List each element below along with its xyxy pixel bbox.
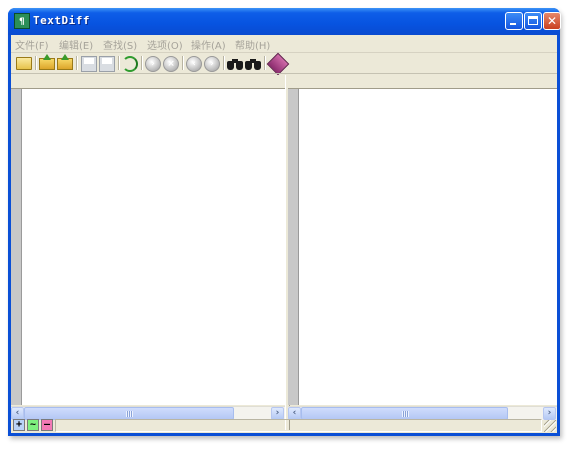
left-pane-header xyxy=(11,75,285,89)
minimize-button[interactable] xyxy=(505,12,523,30)
right-text-pane[interactable] xyxy=(288,89,557,405)
maximize-icon xyxy=(528,16,538,25)
toolbar-separator xyxy=(118,56,120,70)
notepad-diff-icon[interactable]: ¶ xyxy=(14,13,30,29)
toolbar-separator xyxy=(223,56,225,70)
left-text-pane[interactable] xyxy=(11,89,285,405)
toolbar-separator xyxy=(182,56,184,70)
legend-modified: ~ xyxy=(27,419,39,431)
minimize-icon xyxy=(510,23,516,25)
app-window: ¶ TextDiff ✕ 文件(F) 编辑(E) 查找(S) 选项(O) 操作(… xyxy=(8,8,561,436)
nav-prev-icon[interactable]: ‹ xyxy=(186,56,202,72)
menu-options[interactable]: 选项(O) xyxy=(147,37,183,52)
menu-file[interactable]: 文件(F) xyxy=(15,37,49,52)
toolbar-divider xyxy=(11,73,557,74)
client-area: 文件(F) 编辑(E) 查找(S) 选项(O) 操作(A) 帮助(H) › × … xyxy=(11,35,557,433)
menu-edit[interactable]: 编辑(E) xyxy=(59,37,93,52)
window-title: TextDiff xyxy=(33,14,90,27)
maximize-button[interactable] xyxy=(524,12,542,30)
status-bar: + ~ – xyxy=(11,418,557,433)
nav-next-icon[interactable]: › xyxy=(204,56,220,72)
nav-first-icon[interactable]: › xyxy=(145,56,161,72)
menu-action[interactable]: 操作(A) xyxy=(191,37,226,52)
right-line-gutter xyxy=(288,89,299,405)
close-icon: ✕ xyxy=(546,14,558,28)
close-button[interactable]: ✕ xyxy=(543,12,561,30)
toolbar-separator xyxy=(141,56,143,70)
toolbar: › × ‹ › xyxy=(11,52,557,76)
help-book-icon[interactable] xyxy=(266,52,290,76)
menu-search[interactable]: 查找(S) xyxy=(103,37,137,52)
open-folder-icon[interactable] xyxy=(16,57,32,70)
legend-deleted: – xyxy=(41,419,53,431)
menu-bar: 文件(F) 编辑(E) 查找(S) 选项(O) 操作(A) 帮助(H) xyxy=(11,35,557,52)
nav-cancel-icon[interactable]: × xyxy=(163,56,179,72)
toolbar-separator xyxy=(76,56,78,70)
status-text-field xyxy=(55,419,542,432)
toolbar-separator xyxy=(35,56,37,70)
open-right-icon[interactable] xyxy=(57,54,73,70)
title-bar[interactable]: ¶ TextDiff ✕ xyxy=(8,8,561,35)
find-next-icon[interactable] xyxy=(245,56,261,72)
legend-added: + xyxy=(13,419,25,431)
resize-grip[interactable] xyxy=(544,420,556,432)
refresh-icon[interactable] xyxy=(122,56,138,72)
menu-help[interactable]: 帮助(H) xyxy=(235,37,270,52)
save-right-icon[interactable] xyxy=(99,56,115,72)
find-icon[interactable] xyxy=(227,56,243,72)
save-left-icon[interactable] xyxy=(81,56,97,72)
left-line-gutter xyxy=(11,89,22,405)
right-pane-header xyxy=(288,75,557,89)
open-left-icon[interactable] xyxy=(39,54,55,70)
